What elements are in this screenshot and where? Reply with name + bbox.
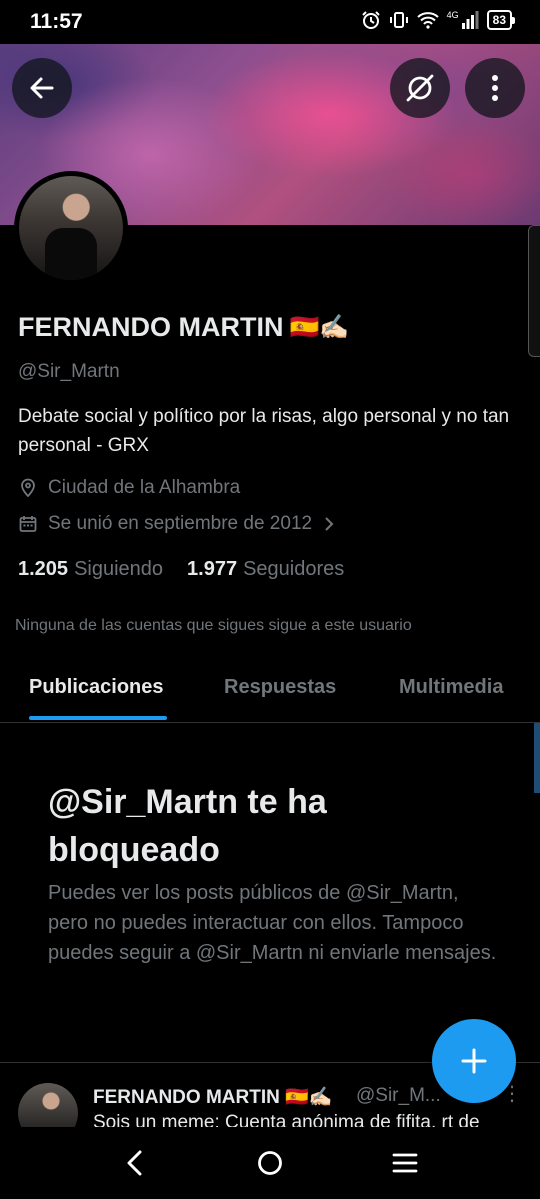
battery-indicator: 83 bbox=[486, 10, 516, 30]
status-bar: 11:57 4G 83 bbox=[0, 0, 540, 44]
mutual-followers-text: Ninguna de las cuentas que sigues sigue … bbox=[15, 617, 412, 634]
chevron-left-icon bbox=[127, 1150, 142, 1176]
post-avatar[interactable] bbox=[18, 1083, 78, 1127]
wifi-icon bbox=[416, 12, 439, 29]
profile-handle: @Sir_Martn bbox=[18, 361, 120, 382]
blocked-description: Puedes ver los posts públicos de @Sir_Ma… bbox=[48, 882, 497, 964]
profile-name-emoji: 🇪🇸✍🏻 bbox=[289, 314, 350, 341]
profile-bio: Debate social y político por la risas, a… bbox=[18, 406, 510, 456]
grok-button[interactable] bbox=[390, 58, 450, 118]
more-options-button[interactable] bbox=[465, 58, 525, 118]
location-pin-icon bbox=[21, 478, 35, 498]
profile-location: Ciudad de la Alhambra bbox=[18, 477, 240, 499]
chevron-right-icon bbox=[325, 517, 334, 531]
compose-post-button[interactable] bbox=[432, 1019, 516, 1103]
back-button[interactable] bbox=[12, 58, 72, 118]
profile-name-text: FERNANDO MARTIN bbox=[18, 312, 284, 342]
network-type-label: 4G bbox=[446, 10, 459, 20]
post-text: Sois un meme: Cuenta anónima de fifita, … bbox=[93, 1112, 480, 1127]
following-count: 1.205 bbox=[18, 558, 69, 580]
menu-lines-icon bbox=[392, 1153, 418, 1173]
nav-back-button[interactable] bbox=[115, 1145, 155, 1181]
avatar-image bbox=[19, 176, 123, 280]
location-text: Ciudad de la Alhambra bbox=[48, 477, 241, 498]
system-navigation-bar bbox=[0, 1127, 540, 1199]
profile-tabs: Publicaciones Respuestas Multimedia bbox=[0, 658, 540, 723]
signal-icon bbox=[461, 11, 479, 29]
active-tab-indicator bbox=[29, 716, 167, 720]
following-link[interactable]: 1.205 Siguiendo bbox=[18, 558, 163, 581]
tab-multimedia[interactable]: Multimedia bbox=[399, 676, 503, 699]
home-circle-icon bbox=[258, 1151, 282, 1175]
tab-respuestas[interactable]: Respuestas bbox=[224, 676, 336, 699]
plus-icon bbox=[461, 1048, 487, 1074]
arrow-left-icon bbox=[30, 77, 54, 99]
scroll-indicator bbox=[534, 723, 540, 793]
status-time: 11:57 bbox=[30, 10, 83, 33]
profile-join-date[interactable]: Se unió en septiembre de 2012 bbox=[18, 513, 336, 535]
join-date-text: Se unió en septiembre de 2012 bbox=[48, 513, 313, 534]
calendar-icon bbox=[19, 516, 37, 532]
more-vertical-icon bbox=[492, 75, 498, 101]
blocked-title: @Sir_Martn te ha bloqueado bbox=[48, 783, 327, 869]
following-label: Siguiendo bbox=[74, 558, 164, 580]
status-icons: 4G 83 bbox=[361, 10, 516, 30]
followers-link[interactable]: 1.977 Seguidores bbox=[187, 558, 344, 581]
followers-count: 1.977 bbox=[187, 558, 238, 580]
profile-name: FERNANDO MARTIN 🇪🇸✍🏻 bbox=[18, 312, 349, 343]
profile-avatar[interactable] bbox=[14, 171, 128, 285]
edge-panel-handle[interactable] bbox=[528, 225, 540, 357]
alarm-icon bbox=[361, 11, 380, 29]
nav-recents-button[interactable] bbox=[385, 1145, 425, 1181]
followers-label: Seguidores bbox=[243, 558, 345, 580]
follow-stats: 1.205 Siguiendo 1.977 Seguidores bbox=[18, 558, 344, 581]
nav-home-button[interactable] bbox=[250, 1145, 290, 1181]
post-author-name: FERNANDO MARTIN 🇪🇸✍🏻 bbox=[93, 1087, 333, 1108]
vibrate-icon bbox=[389, 12, 408, 28]
post-author-handle: @Sir_M... bbox=[356, 1085, 441, 1106]
grok-icon bbox=[406, 74, 434, 102]
tab-publicaciones[interactable]: Publicaciones bbox=[29, 676, 164, 699]
